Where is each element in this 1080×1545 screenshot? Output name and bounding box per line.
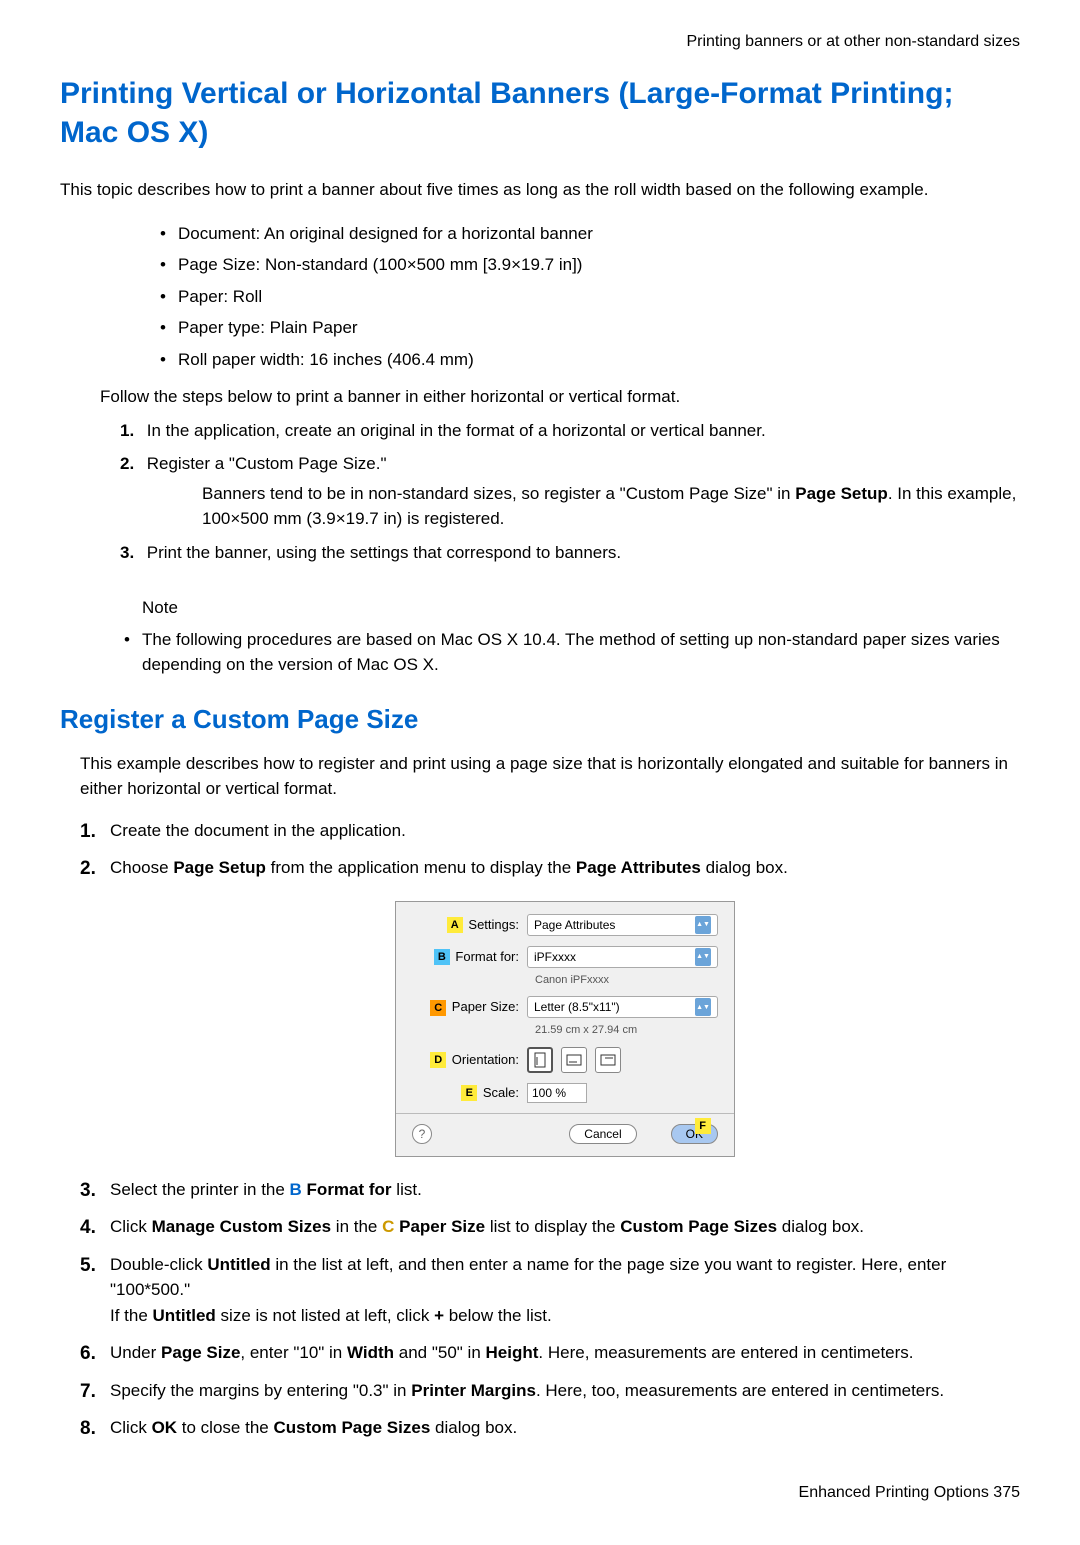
section-heading: Register a Custom Page Size: [60, 700, 1020, 739]
paper-size-subtext: 21.59 cm x 27.94 cm: [535, 1022, 718, 1039]
step-number: 8.: [80, 1415, 96, 1444]
step-6: 6. Under Page Size, enter "10" in Width …: [80, 1340, 1020, 1366]
format-for-select[interactable]: iPFxxxx ▲▼: [527, 946, 718, 968]
dialog-divider: [396, 1113, 734, 1114]
format-for-label: Format for:: [455, 949, 519, 964]
pre-steps-list: 1. In the application, create an origina…: [120, 418, 1020, 566]
page-attributes-dialog: A Settings: Page Attributes ▲▼ B Format …: [395, 901, 735, 1157]
page-header: Printing banners or at other non-standar…: [60, 30, 1020, 54]
step-number: 2.: [80, 855, 96, 884]
note-label: Note: [142, 595, 1020, 621]
badge-f: F: [695, 1118, 711, 1134]
step-2: 2. Choose Page Setup from the applicatio…: [80, 855, 1020, 1157]
bullet-paper: Paper: Roll: [160, 284, 1020, 310]
step-text: Print the banner, using the settings tha…: [147, 543, 621, 562]
scale-label: Scale:: [483, 1085, 519, 1100]
scale-row: E Scale:: [412, 1083, 718, 1103]
step-text: Choose Page Setup from the application m…: [110, 858, 788, 877]
step-text: Register a "Custom Page Size.": [147, 454, 387, 473]
step-3: 3. Select the printer in the B Format fo…: [80, 1177, 1020, 1203]
settings-row: A Settings: Page Attributes ▲▼: [412, 914, 718, 936]
step-1: 1. Create the document in the applicatio…: [80, 818, 1020, 844]
badge-b: B: [434, 949, 450, 965]
orientation-portrait-button[interactable]: [527, 1047, 553, 1073]
orientation-landscape-right-button[interactable]: [595, 1047, 621, 1073]
step-text: Under Page Size, enter "10" in Width and…: [110, 1343, 914, 1362]
format-for-subtext: Canon iPFxxxx: [535, 972, 718, 989]
step-number: 6.: [80, 1340, 96, 1369]
step-text: Select the printer in the B Format for l…: [110, 1180, 422, 1199]
pre-step-2: 2. Register a "Custom Page Size." Banner…: [120, 451, 1020, 532]
pre-step-3: 3. Print the banner, using the settings …: [120, 540, 1020, 566]
step-text: Specify the margins by entering "0.3" in…: [110, 1381, 944, 1400]
dropdown-arrows-icon: ▲▼: [695, 916, 711, 934]
settings-select[interactable]: Page Attributes ▲▼: [527, 914, 718, 936]
step-8: 8. Click OK to close the Custom Page Siz…: [80, 1415, 1020, 1441]
bullet-roll-width: Roll paper width: 16 inches (406.4 mm): [160, 347, 1020, 373]
cancel-button[interactable]: Cancel: [569, 1124, 636, 1144]
step-5-line2: If the Untitled size is not listed at le…: [110, 1303, 1020, 1329]
step-number: 7.: [80, 1378, 96, 1407]
orientation-label: Orientation:: [452, 1052, 519, 1067]
badge-c: C: [430, 1000, 446, 1016]
bullet-page-size: Page Size: Non-standard (100×500 mm [3.9…: [160, 252, 1020, 278]
bullet-document: Document: An original designed for a hor…: [160, 221, 1020, 247]
step-text: Click OK to close the Custom Page Sizes …: [110, 1418, 517, 1437]
step-4: 4. Click Manage Custom Sizes in the C Pa…: [80, 1214, 1020, 1240]
landscape-right-icon: [600, 1054, 616, 1066]
pre-step-1: 1. In the application, create an origina…: [120, 418, 1020, 444]
landscape-left-icon: [566, 1054, 582, 1066]
step-text: In the application, create an original i…: [147, 421, 766, 440]
step-2-detail: Banners tend to be in non-standard sizes…: [202, 481, 1020, 532]
note-section: Note The following procedures are based …: [142, 595, 1020, 678]
section-description: This example describes how to register a…: [80, 751, 1020, 802]
step-number: 1.: [120, 418, 142, 444]
step-number: 5.: [80, 1252, 96, 1281]
help-button[interactable]: ?: [412, 1124, 432, 1144]
example-bullets: Document: An original designed for a hor…: [160, 221, 1020, 373]
step-number: 2.: [120, 451, 142, 477]
page-title: Printing Vertical or Horizontal Banners …: [60, 74, 1020, 152]
badge-d: D: [430, 1052, 446, 1068]
orientation-row: D Orientation:: [412, 1047, 718, 1073]
step-number: 3.: [80, 1177, 96, 1206]
orientation-landscape-left-button[interactable]: [561, 1047, 587, 1073]
step-text: Double-click Untitled in the list at lef…: [110, 1255, 946, 1300]
page-footer: Enhanced Printing Options 375: [60, 1481, 1020, 1505]
step-text: Create the document in the application.: [110, 821, 406, 840]
intro-text: This topic describes how to print a bann…: [60, 177, 1020, 203]
settings-label: Settings:: [468, 917, 519, 932]
dropdown-arrows-icon: ▲▼: [695, 998, 711, 1016]
format-for-row: B Format for: iPFxxxx ▲▼: [412, 946, 718, 968]
badge-e: E: [461, 1085, 477, 1101]
step-number: 1.: [80, 818, 96, 847]
bullet-paper-type: Paper type: Plain Paper: [160, 315, 1020, 341]
paper-size-label: Paper Size:: [452, 999, 519, 1014]
badge-a: A: [447, 917, 463, 933]
dropdown-arrows-icon: ▲▼: [695, 948, 711, 966]
step-text: Click Manage Custom Sizes in the C Paper…: [110, 1217, 864, 1236]
follow-text: Follow the steps below to print a banner…: [100, 384, 1020, 410]
main-steps-list: 1. Create the document in the applicatio…: [80, 818, 1020, 1441]
paper-size-row: C Paper Size: Letter (8.5"x11") ▲▼: [412, 996, 718, 1018]
step-5: 5. Double-click Untitled in the list at …: [80, 1252, 1020, 1329]
step-number: 4.: [80, 1214, 96, 1243]
step-number: 3.: [120, 540, 142, 566]
portrait-icon: [534, 1052, 546, 1068]
note-text: The following procedures are based on Ma…: [124, 627, 1020, 678]
paper-size-select[interactable]: Letter (8.5"x11") ▲▼: [527, 996, 718, 1018]
step-7: 7. Specify the margins by entering "0.3"…: [80, 1378, 1020, 1404]
scale-input[interactable]: [527, 1083, 587, 1103]
